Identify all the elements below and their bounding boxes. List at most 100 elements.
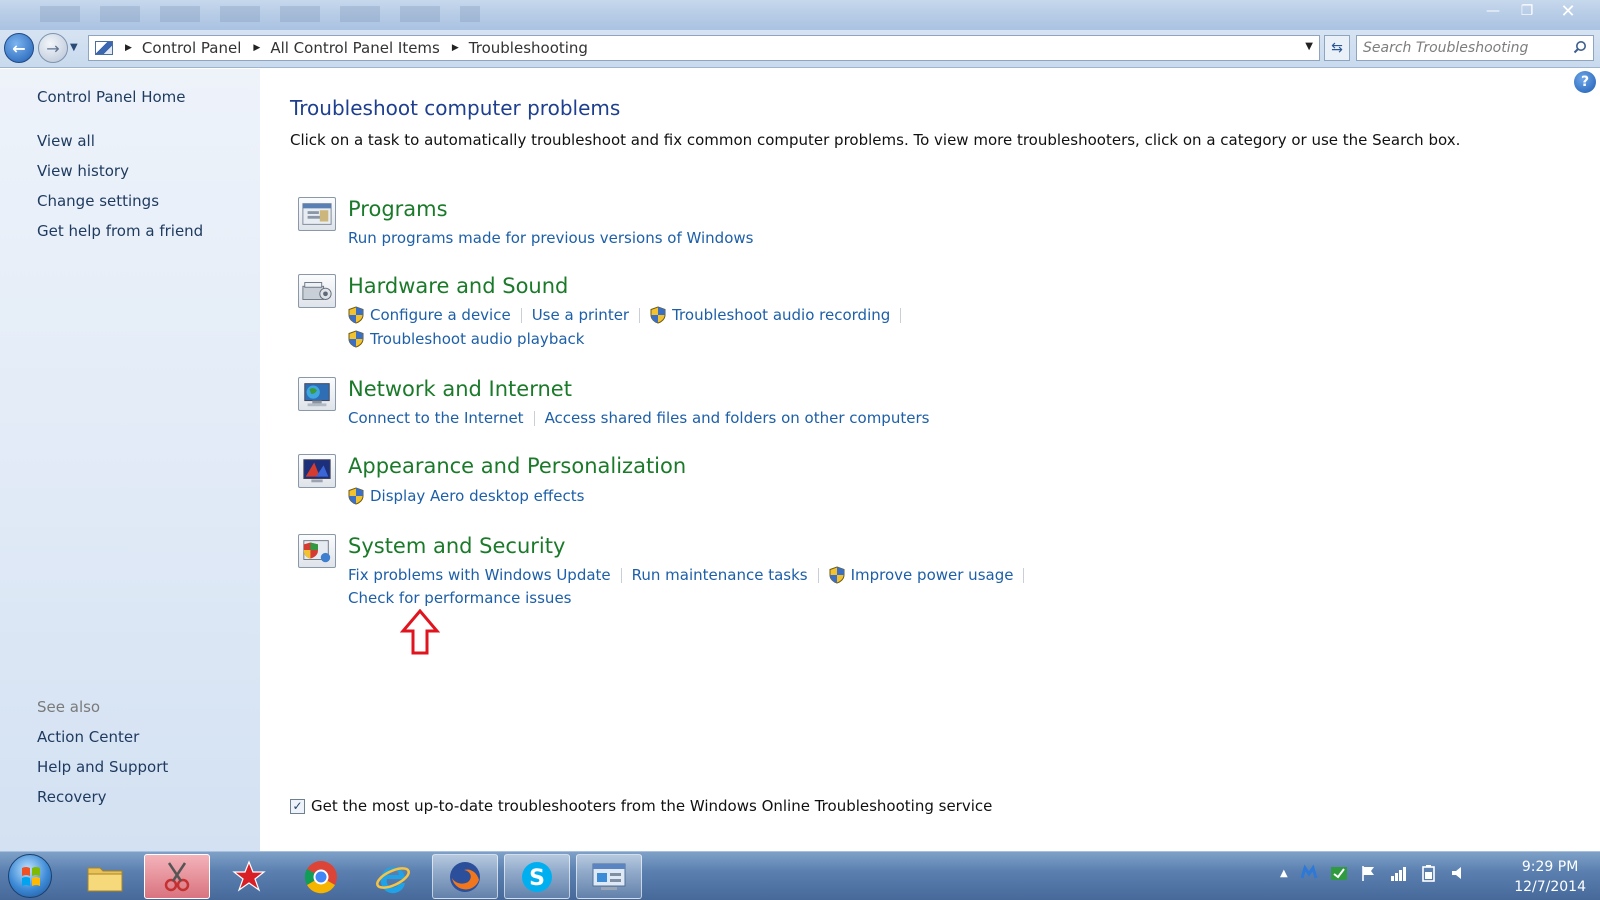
recovery-link[interactable]: Recovery <box>37 788 107 806</box>
taskbar-internet-explorer[interactable] <box>360 854 426 899</box>
refresh-button[interactable]: ⇆ <box>1324 35 1350 61</box>
action-center-flag-icon[interactable] <box>1360 864 1378 882</box>
task-run-maintenance[interactable]: Run maintenance tasks <box>632 566 808 584</box>
maximize-button[interactable]: ❐ <box>1510 0 1544 22</box>
page-title: Troubleshoot computer problems <box>290 96 621 120</box>
hardware-sound-category-link[interactable]: Hardware and Sound <box>348 274 568 298</box>
task-troubleshoot-audio-recording[interactable]: Troubleshoot audio recording <box>650 306 890 324</box>
show-hidden-icons-icon[interactable]: ▲ <box>1280 868 1288 879</box>
task-display-aero-effects[interactable]: Display Aero desktop effects <box>348 487 584 505</box>
network-icon[interactable] <box>298 377 336 411</box>
control-panel-home-link[interactable]: Control Panel Home <box>37 88 186 106</box>
minimize-button[interactable]: — <box>1476 0 1510 22</box>
task-label: Display Aero desktop effects <box>370 487 585 505</box>
see-also-heading: See also <box>37 698 101 716</box>
view-history-link[interactable]: View history <box>37 162 129 180</box>
forward-button[interactable]: → <box>38 33 68 63</box>
programs-tasks: Run programs made for previous versions … <box>348 229 753 247</box>
task-connect-internet[interactable]: Connect to the Internet <box>348 409 524 427</box>
hardware-sound-tasks-row1: Configure a device Use a printer Trouble… <box>348 306 911 324</box>
online-troubleshooting-checkbox[interactable]: ✓ <box>290 798 305 814</box>
task-use-printer[interactable]: Use a printer <box>532 306 629 324</box>
breadcrumb-all-items[interactable]: All Control Panel Items <box>270 39 440 57</box>
task-run-old-programs[interactable]: Run programs made for previous versions … <box>348 229 753 247</box>
system-clock[interactable]: 9:29 PM 12/7/2014 <box>1514 857 1586 897</box>
start-button[interactable] <box>8 854 52 898</box>
task-fix-windows-update[interactable]: Fix problems with Windows Update <box>348 566 611 584</box>
online-troubleshooting-option[interactable]: ✓ Get the most up-to-date troubleshooter… <box>290 797 992 815</box>
menu-ghost <box>40 6 480 22</box>
breadcrumb-troubleshooting[interactable]: Troubleshooting <box>469 39 588 57</box>
breadcrumb-separator-icon[interactable]: ▶ <box>253 43 260 53</box>
pokerstars-icon <box>232 859 266 892</box>
breadcrumb-separator-icon[interactable]: ▶ <box>452 43 459 53</box>
network-internet-category-link[interactable]: Network and Internet <box>348 377 572 401</box>
left-navigation-pane: Control Panel Home View all View history… <box>0 69 260 851</box>
appearance-category-link[interactable]: Appearance and Personalization <box>348 454 686 478</box>
separator <box>639 307 641 323</box>
control-panel-icon <box>95 41 113 55</box>
task-label: Configure a device <box>370 306 511 324</box>
arrow-left-icon: ← <box>12 38 26 58</box>
change-settings-link[interactable]: Change settings <box>37 192 159 210</box>
malwarebytes-icon[interactable] <box>1300 864 1318 882</box>
address-dropdown-icon[interactable]: ▼ <box>1305 41 1313 52</box>
close-button[interactable]: ✕ <box>1544 0 1592 22</box>
taskbar-chrome[interactable] <box>288 854 354 899</box>
help-icon[interactable]: ? <box>1574 71 1596 93</box>
hardware-sound-icon[interactable] <box>298 274 336 308</box>
svg-text:S: S <box>529 866 545 891</box>
task-check-performance[interactable]: Check for performance issues <box>348 589 571 607</box>
get-help-from-friend-link[interactable]: Get help from a friend <box>37 222 203 240</box>
window-controls: — ❐ ✕ <box>1476 0 1592 22</box>
separator <box>817 567 819 583</box>
separator <box>520 307 522 323</box>
separator <box>1023 567 1025 583</box>
breadcrumb-control-panel[interactable]: Control Panel <box>142 39 241 57</box>
search-box[interactable] <box>1356 35 1594 61</box>
battery-power-icon[interactable] <box>1420 864 1438 882</box>
taskbar-explorer[interactable] <box>72 854 138 899</box>
task-improve-power-usage[interactable]: Improve power usage <box>829 566 1013 584</box>
windows-explorer-icon <box>87 867 123 891</box>
main-content: ? Troubleshoot computer problems Click o… <box>260 69 1600 851</box>
chrome-icon <box>304 860 337 893</box>
help-and-support-link[interactable]: Help and Support <box>37 758 168 776</box>
taskbar-snipping-tool[interactable] <box>144 854 210 899</box>
volume-speaker-icon[interactable] <box>1450 864 1468 882</box>
appearance-tasks: Display Aero desktop effects <box>348 487 584 505</box>
taskbar-skype[interactable]: S <box>504 854 570 899</box>
refresh-icon: ⇆ <box>1331 40 1343 56</box>
address-bar[interactable]: ▶ Control Panel ▶ All Control Panel Item… <box>88 35 1320 61</box>
search-input[interactable] <box>1357 36 1557 60</box>
system-security-category-link[interactable]: System and Security <box>348 534 565 558</box>
separator <box>900 307 902 323</box>
taskbar-firefox[interactable] <box>432 854 498 899</box>
annotation-arrow-up-icon <box>400 609 440 655</box>
search-icon[interactable] <box>1573 40 1587 54</box>
recent-pages-dropdown[interactable]: ▼ <box>70 42 78 53</box>
breadcrumb-separator-icon[interactable]: ▶ <box>125 43 132 53</box>
taskbar-pokerstars[interactable] <box>216 854 282 899</box>
task-access-shared-files[interactable]: Access shared files and folders on other… <box>545 409 930 427</box>
task-troubleshoot-audio-playback[interactable]: Troubleshoot audio playback <box>348 330 584 348</box>
uac-shield-icon <box>348 306 364 324</box>
system-security-icon[interactable] <box>298 534 336 568</box>
action-center-link[interactable]: Action Center <box>37 728 139 746</box>
uac-shield-icon <box>348 487 364 505</box>
sync-check-icon[interactable] <box>1330 864 1348 882</box>
programs-category-link[interactable]: Programs <box>348 197 448 221</box>
view-all-link[interactable]: View all <box>37 132 95 150</box>
network-signal-icon[interactable] <box>1390 864 1408 882</box>
task-label: Troubleshoot audio playback <box>370 330 585 348</box>
programs-icon[interactable] <box>298 197 336 231</box>
online-troubleshooting-label: Get the most up-to-date troubleshooters … <box>311 797 993 815</box>
taskbar-control-panel[interactable] <box>576 854 642 899</box>
firefox-icon <box>450 861 480 892</box>
appearance-icon[interactable] <box>298 454 336 488</box>
system-security-tasks-row1: Fix problems with Windows Update Run mai… <box>348 566 1034 584</box>
back-button[interactable]: ← <box>4 33 34 63</box>
system-tray: ▲ <box>1280 864 1468 882</box>
task-configure-device[interactable]: Configure a device <box>348 306 511 324</box>
task-label: Troubleshoot audio recording <box>672 306 891 324</box>
